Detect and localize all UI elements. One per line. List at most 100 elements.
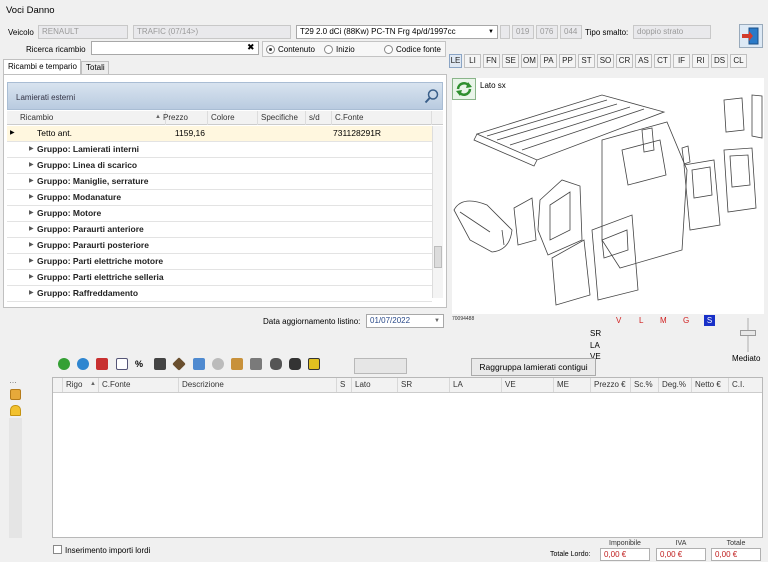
expand-icon[interactable]: ▶	[29, 270, 34, 285]
tab-ricambi-tempario[interactable]: Ricambi e tempario	[3, 59, 81, 75]
refresh-icon[interactable]	[77, 358, 90, 370]
window-icon[interactable]	[192, 358, 205, 370]
col-lato[interactable]: Lato	[352, 378, 398, 392]
expand-icon[interactable]: ▶	[29, 206, 34, 221]
vehicle-version-select[interactable]: T29 2.0 dCi (88Kw) PC-TN Frg 4p/d/1997cc…	[296, 25, 498, 39]
save-icon[interactable]	[250, 358, 263, 370]
expand-icon[interactable]: ▶	[29, 238, 34, 253]
scrollbar-thumb[interactable]	[434, 246, 442, 268]
section-button-le[interactable]: LE	[449, 54, 462, 68]
search-input[interactable]	[91, 41, 259, 55]
damage-items-grid[interactable]: Rigo ▲ C.Fonte Descrizione S Lato SR LA V…	[52, 377, 763, 538]
clear-search-icon[interactable]: ✖	[247, 42, 255, 53]
col-ci[interactable]: C.I.	[729, 378, 762, 392]
section-button-ct[interactable]: CT	[654, 54, 671, 68]
section-button-li[interactable]: LI	[464, 54, 481, 68]
col-ve[interactable]: VE	[502, 378, 554, 392]
section-button-st[interactable]: ST	[578, 54, 595, 68]
group-row[interactable]: ▶ Gruppo: Paraurti posteriore	[7, 238, 432, 254]
legend-letter-l[interactable]: L	[639, 316, 643, 325]
tab-totali[interactable]: Totali	[81, 61, 109, 75]
table-row[interactable]: ▶ Tetto ant. 1159,16 731128291R	[7, 126, 432, 142]
mediato-slider[interactable]	[737, 318, 759, 352]
section-button-cr[interactable]: CR	[616, 54, 633, 68]
section-button-ds[interactable]: DS	[711, 54, 728, 68]
group-row[interactable]: ▶ Gruppo: Parti elettriche motore	[7, 254, 432, 270]
group-panels-button[interactable]: Raggruppa lamierati contigui	[471, 358, 596, 376]
section-button-se[interactable]: SE	[502, 54, 519, 68]
expand-icon[interactable]: ▶	[29, 254, 34, 269]
group-row[interactable]: ▶ Gruppo: Raffreddamento	[7, 286, 432, 302]
legend-letter-m[interactable]: M	[660, 316, 667, 325]
more-icon[interactable]: …	[9, 376, 17, 385]
col-sconto[interactable]: Sc.%	[631, 378, 659, 392]
section-button-so[interactable]: SO	[597, 54, 614, 68]
binoculars-icon[interactable]	[269, 358, 282, 370]
group-row[interactable]: ▶ Gruppo: Motore	[7, 206, 432, 222]
search-icon[interactable]	[424, 88, 440, 104]
expand-icon[interactable]: ▶	[29, 142, 34, 157]
section-button-if[interactable]: IF	[673, 54, 690, 68]
section-button-cl[interactable]: CL	[730, 54, 747, 68]
col-me[interactable]: ME	[554, 378, 591, 392]
col-specifiche[interactable]: Specifiche	[258, 111, 306, 125]
section-button-ri[interactable]: RI	[692, 54, 709, 68]
vehicle-code3-field[interactable]: 076	[536, 25, 558, 39]
parts-scrollbar[interactable]	[432, 126, 443, 298]
legend-letter-s[interactable]: S	[704, 315, 715, 326]
diamond-icon[interactable]	[172, 357, 187, 371]
vehicle-code1-field[interactable]	[500, 25, 510, 39]
calculator-icon[interactable]	[115, 358, 128, 370]
gear-icon[interactable]	[211, 358, 224, 370]
vehicle-code4-field[interactable]: 044	[560, 25, 582, 39]
paint-type-field[interactable]: doppio strato	[633, 25, 711, 39]
col-prezzo[interactable]: Prezzo	[160, 111, 208, 125]
section-button-om[interactable]: OM	[521, 54, 538, 68]
vehicle-code2-field[interactable]: 019	[512, 25, 534, 39]
section-button-as[interactable]: AS	[635, 54, 652, 68]
col-rigo[interactable]: Rigo ▲	[63, 378, 99, 392]
exit-button[interactable]	[739, 24, 763, 48]
expand-icon[interactable]: ▶	[29, 174, 34, 189]
slider-thumb[interactable]	[740, 330, 756, 336]
vehicle-model-field[interactable]: TRAFIC (07/14>)	[133, 25, 291, 39]
col-s[interactable]: S	[337, 378, 352, 392]
date-picker[interactable]: 01/07/2022 ▼	[366, 314, 444, 328]
legend-letter-v[interactable]: V	[616, 316, 621, 325]
group-row[interactable]: ▶ Gruppo: Maniglie, serrature	[7, 174, 432, 190]
group-row[interactable]: ▶ Gruppo: Parti elettriche selleria	[7, 270, 432, 286]
expand-icon[interactable]: ▶	[29, 222, 34, 237]
col-sd[interactable]: s/d	[306, 111, 332, 125]
col-cfonte[interactable]: C.Fonte	[99, 378, 179, 392]
col-la[interactable]: LA	[450, 378, 502, 392]
section-button-pp[interactable]: PP	[559, 54, 576, 68]
group-row[interactable]: ▶ Gruppo: Linea di scarico	[7, 158, 432, 174]
box-icon[interactable]	[231, 358, 244, 370]
toolbar-field[interactable]	[354, 358, 407, 374]
col-descrizione[interactable]: Descrizione	[179, 378, 337, 392]
printer-icon[interactable]	[10, 389, 21, 400]
col-degrado[interactable]: Deg.%	[659, 378, 692, 392]
motorbike-icon[interactable]	[288, 358, 301, 370]
document-icon[interactable]	[154, 358, 167, 370]
col-cfonte[interactable]: C.Fonte	[332, 111, 432, 125]
search-option-codice-fonte[interactable]: Codice fonte	[384, 45, 441, 54]
search-option-contenuto[interactable]: Contenuto	[266, 45, 315, 54]
col-ricambio[interactable]: Ricambio ▲	[17, 111, 166, 125]
add-icon[interactable]	[58, 358, 70, 370]
expand-icon[interactable]: ▶	[29, 286, 34, 301]
col-prezzo[interactable]: Prezzo €	[591, 378, 631, 392]
group-row[interactable]: ▶ Gruppo: Lamierati interni	[7, 142, 432, 158]
group-row[interactable]: ▶ Gruppo: Paraurti anteriore	[7, 222, 432, 238]
section-button-fn[interactable]: FN	[483, 54, 500, 68]
eraser-icon[interactable]	[96, 358, 109, 370]
expand-icon[interactable]: ▶	[29, 190, 34, 205]
group-row[interactable]: ▶ Gruppo: Modanature	[7, 190, 432, 206]
col-colore[interactable]: Colore	[208, 111, 258, 125]
section-button-pa[interactable]: PA	[540, 54, 557, 68]
legend-letter-g[interactable]: G	[683, 316, 689, 325]
search-option-inizio[interactable]: Inizio	[324, 45, 355, 54]
helmet-icon[interactable]	[10, 405, 21, 416]
vehicle-make-field[interactable]: RENAULT	[38, 25, 128, 39]
col-sr[interactable]: SR	[398, 378, 450, 392]
